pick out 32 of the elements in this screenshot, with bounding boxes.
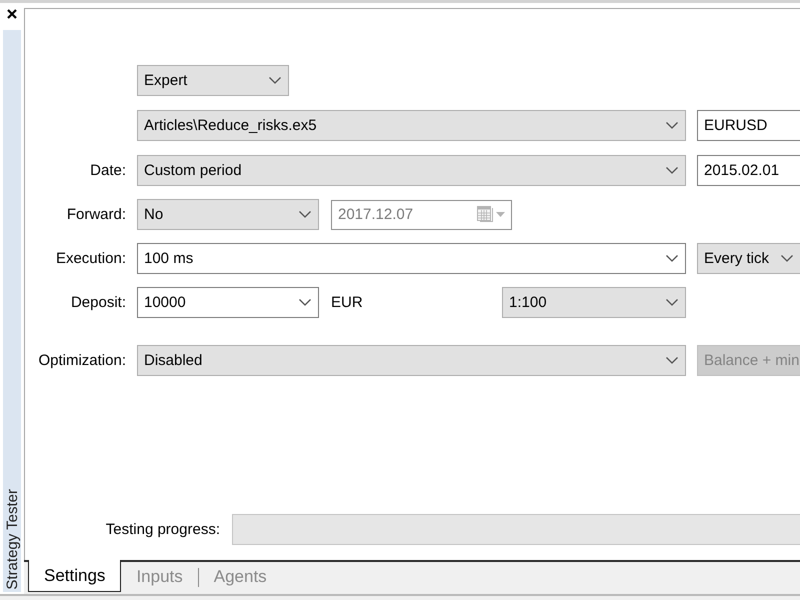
side-panel-title[interactable]: Strategy Tester <box>4 489 20 590</box>
symbol-field[interactable]: EURUSD <box>697 110 800 141</box>
chevron-down-icon <box>666 357 678 364</box>
modeling-dropdown[interactable]: Every tick <box>697 243 800 274</box>
forward-dropdown[interactable]: No <box>137 199 319 230</box>
chevron-down-icon <box>666 299 678 306</box>
chevron-down-icon <box>781 255 793 262</box>
delay-combo[interactable]: 100 ms <box>137 243 686 274</box>
period-dropdown[interactable]: Custom period <box>137 155 686 186</box>
tab[interactable]: Settings <box>28 560 122 592</box>
program-type-dropdown[interactable]: Expert <box>137 65 289 96</box>
progress-label: Testing progress: <box>104 521 220 538</box>
currency-label: EUR <box>330 294 364 311</box>
calendar-icon <box>477 206 493 223</box>
chevron-down-icon <box>299 299 311 306</box>
chevron-down-icon <box>666 255 678 262</box>
field-label: Execution: <box>54 250 126 267</box>
deposit-combo[interactable]: 10000 <box>137 287 319 318</box>
leverage-dropdown[interactable]: 1:100 <box>502 287 686 318</box>
start-date-field[interactable]: 2015.02.01 <box>697 155 800 186</box>
chevron-down-icon <box>666 167 678 174</box>
field-label: Optimization: <box>37 352 126 369</box>
file-dropdown[interactable]: Articles\Reduce_risks.ex5 <box>137 110 686 141</box>
caret-down-icon <box>496 212 505 217</box>
optimization-dropdown[interactable]: Disabled <box>137 345 686 376</box>
chevron-down-icon <box>269 77 281 84</box>
close-icon <box>7 9 17 19</box>
field-label: Deposit: <box>70 294 126 311</box>
chevron-down-icon <box>666 122 678 129</box>
field-label: Forward: <box>66 206 126 223</box>
chevron-down-icon <box>299 211 311 218</box>
field-label: Date: <box>89 162 126 179</box>
